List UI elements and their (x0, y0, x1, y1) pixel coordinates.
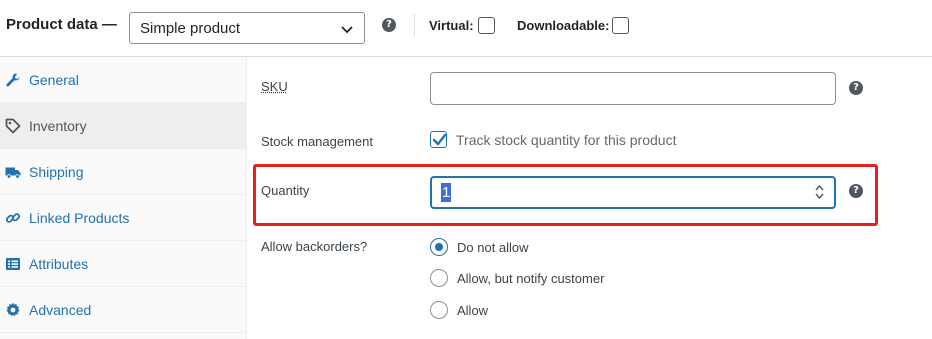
tab-shipping[interactable]: Shipping (0, 149, 247, 195)
product-data-title: Product data — (6, 16, 117, 33)
tab-attributes[interactable]: Attributes (0, 241, 247, 287)
backorder-option-label: Do not allow (457, 239, 529, 255)
sku-label: SKU (261, 79, 288, 94)
truck-icon (5, 164, 21, 180)
tab-shipping-label: Shipping (29, 163, 84, 180)
backorder-radio-notify[interactable] (430, 269, 448, 287)
backorder-radio-do-not-allow[interactable] (430, 238, 448, 256)
virtual-label: Virtual: (429, 18, 474, 33)
chevron-down-icon (340, 22, 354, 36)
product-data-tabs: General Inventory Shipping Linked Produc… (0, 57, 247, 339)
quantity-value: 1 (441, 183, 452, 202)
backorder-option-do-not-allow[interactable]: Do not allow (430, 238, 529, 256)
product-type-help-icon[interactable]: ? (382, 18, 396, 32)
tab-advanced[interactable]: Advanced (0, 287, 247, 333)
quantity-help-icon[interactable]: ? (849, 184, 863, 198)
tag-icon (5, 118, 21, 134)
quantity-label: Quantity (261, 183, 310, 198)
virtual-checkbox[interactable] (478, 17, 495, 34)
quantity-stepper[interactable] (814, 182, 825, 202)
quantity-input[interactable]: 1 (430, 176, 836, 209)
downloadable-checkbox[interactable] (612, 17, 629, 34)
header-divider (414, 14, 415, 36)
tab-linked-products[interactable]: Linked Products (0, 195, 247, 241)
wrench-icon (5, 72, 21, 88)
gear-icon (5, 302, 21, 318)
backorder-option-label: Allow (457, 302, 489, 318)
tab-general-label: General (29, 71, 79, 88)
checkmark-icon (432, 133, 447, 146)
track-stock-checkbox[interactable] (430, 131, 447, 148)
list-icon (5, 256, 21, 272)
sku-help-icon[interactable]: ? (849, 81, 863, 95)
link-icon (5, 210, 21, 226)
track-stock-label: Track stock quantity for this product (456, 131, 677, 148)
backorder-option-notify[interactable]: Allow, but notify customer (430, 269, 604, 287)
product-data-header: Product data — Simple product ? Virtual:… (0, 0, 932, 57)
sku-input[interactable] (430, 72, 836, 105)
tab-linked-products-label: Linked Products (29, 209, 130, 226)
tab-inventory-label: Inventory (29, 117, 87, 134)
backorder-option-label: Allow, but notify customer (457, 270, 605, 286)
tab-attributes-label: Attributes (29, 255, 89, 272)
backorder-radio-allow[interactable] (430, 301, 448, 319)
tab-advanced-label: Advanced (29, 301, 92, 318)
tab-inventory[interactable]: Inventory (0, 103, 247, 149)
downloadable-label: Downloadable: (517, 18, 610, 33)
tab-general[interactable]: General (0, 57, 247, 103)
track-stock-row[interactable]: Track stock quantity for this product (430, 131, 676, 148)
product-data-panel: Product data — Simple product ? Virtual:… (0, 0, 932, 339)
backorder-option-allow[interactable]: Allow (430, 301, 488, 319)
backorders-label: Allow backorders? (261, 239, 368, 254)
product-type-value: Simple product (140, 19, 241, 37)
product-type-select[interactable]: Simple product (129, 12, 365, 44)
stock-management-label: Stock management (261, 134, 374, 149)
